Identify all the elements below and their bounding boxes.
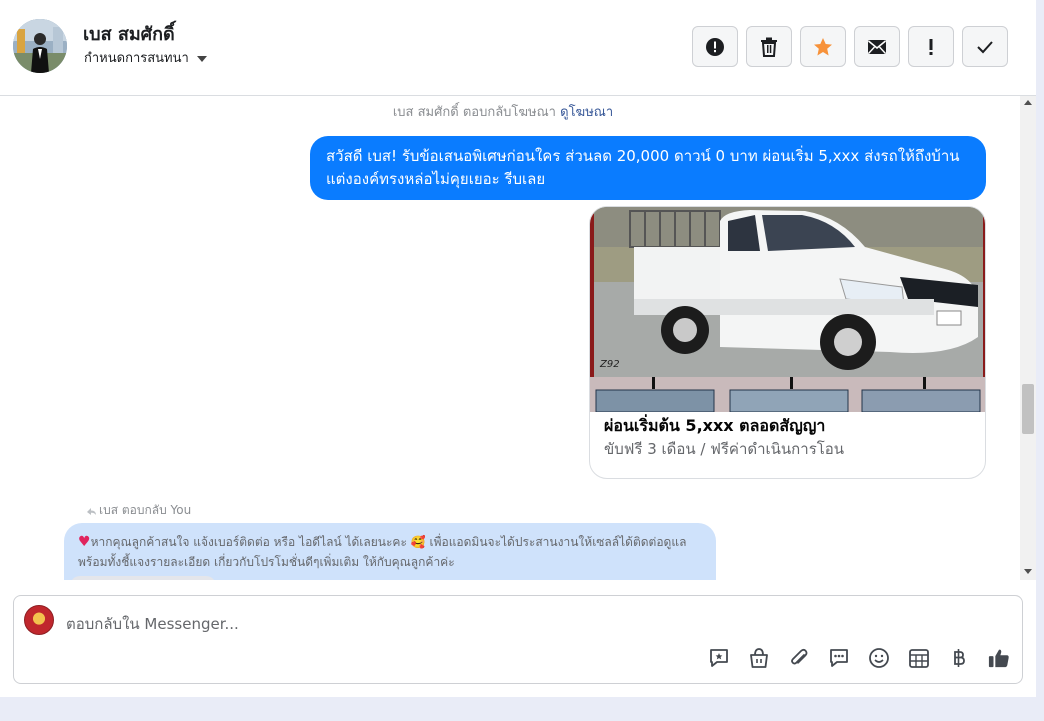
ad-card[interactable]: Z92 ผ่อนเริ่มต้น 5,xxx ตลอดสัญญา ขับฟรี …: [589, 206, 986, 479]
emoji-icon[interactable]: [868, 647, 890, 669]
check-icon: [977, 40, 993, 53]
reply-label-text: เบส ตอบกลับ You: [99, 503, 192, 517]
window-edge: [1036, 0, 1044, 721]
sticker-icon[interactable]: [708, 647, 730, 669]
ad-card-subtitle: ขับฟรี 3 เดือน / ฟรีค่าดำเนินการโอน: [604, 440, 845, 458]
trash-icon: [761, 37, 777, 57]
saved-reply-icon[interactable]: [828, 647, 850, 669]
conversation-panel: เบส สมศักดิ์ กำหนดการสนทนา เบส สมศักดิ์ …: [0, 0, 1036, 697]
star-icon: [814, 37, 832, 55]
ad-card-title: ผ่อนเริ่มต้น 5,xxx ตลอดสัญญา: [604, 416, 826, 435]
next-message-bubble-edge: [70, 576, 216, 580]
star-button[interactable]: [800, 26, 846, 67]
mark-done-button[interactable]: [962, 26, 1008, 67]
message-thread: เบส สมศักดิ์ ตอบกลับโฆษณา ดูโฆษณา สวัสดี…: [0, 96, 1020, 580]
calendar-grid-icon[interactable]: [908, 647, 930, 669]
heart-emoji-icon: ♥: [78, 534, 91, 550]
envelope-icon: [867, 39, 887, 54]
incoming-message-bubble: ♥หากคุณลูกค้าสนใจ แจ้งเบอร์ติดต่อ หรือ ไ…: [64, 523, 716, 580]
mark-unread-button[interactable]: [854, 26, 900, 67]
follow-up-button[interactable]: [908, 26, 954, 67]
contact-name: เบส สมศักดิ์: [83, 24, 175, 45]
composer-toolbar: [708, 647, 1010, 669]
view-ad-link[interactable]: ดูโฆษณา: [560, 105, 613, 120]
conversation-header: เบส สมศักดิ์ กำหนดการสนทนา: [0, 0, 1036, 96]
caret-down-icon: [196, 55, 207, 62]
outgoing-message-bubble: สวัสดี เบส! รับข้อเสนอพิเศษก่อนใคร ส่วนล…: [310, 136, 986, 200]
paperclip-icon[interactable]: [788, 647, 810, 669]
mark-spam-button[interactable]: [692, 26, 738, 67]
scroll-up-arrow-icon[interactable]: [1024, 100, 1032, 105]
ad-card-image: Z92: [590, 207, 985, 412]
header-actions: [692, 26, 1008, 67]
shopping-bag-icon[interactable]: [748, 647, 770, 669]
reply-input[interactable]: ตอบกลับใน Messenger...: [66, 612, 239, 636]
thread-scrollbar[interactable]: [1020, 96, 1036, 580]
reply-label: เบส ตอบกลับ You: [86, 501, 191, 520]
ad-reply-text: เบส สมศักดิ์ ตอบกลับโฆษณา: [392, 105, 556, 120]
assign-conversation-dropdown[interactable]: กำหนดการสนทนา: [84, 47, 207, 68]
baht-icon[interactable]: [948, 647, 970, 669]
scrollbar-thumb[interactable]: [1022, 384, 1034, 434]
delete-button[interactable]: [746, 26, 792, 67]
incoming-message-text: หากคุณลูกค้าสนใจ แจ้งเบอร์ติดต่อ หรือ ไอ…: [78, 535, 687, 569]
exclamation-icon: [929, 38, 933, 55]
reply-composer[interactable]: ตอบกลับใน Messenger...: [13, 595, 1023, 684]
image-watermark: Z92: [599, 359, 620, 370]
ad-reply-note: เบส สมศักดิ์ ตอบกลับโฆษณา ดูโฆษณา: [0, 101, 1006, 122]
thumbs-up-icon[interactable]: [988, 647, 1010, 669]
page-avatar: [24, 605, 54, 635]
scroll-down-arrow-icon[interactable]: [1024, 569, 1032, 574]
alert-circle-icon: [706, 37, 724, 56]
assign-label: กำหนดการสนทนา: [84, 51, 189, 66]
reply-arrow-icon: [87, 507, 96, 515]
avatar[interactable]: [13, 19, 67, 73]
